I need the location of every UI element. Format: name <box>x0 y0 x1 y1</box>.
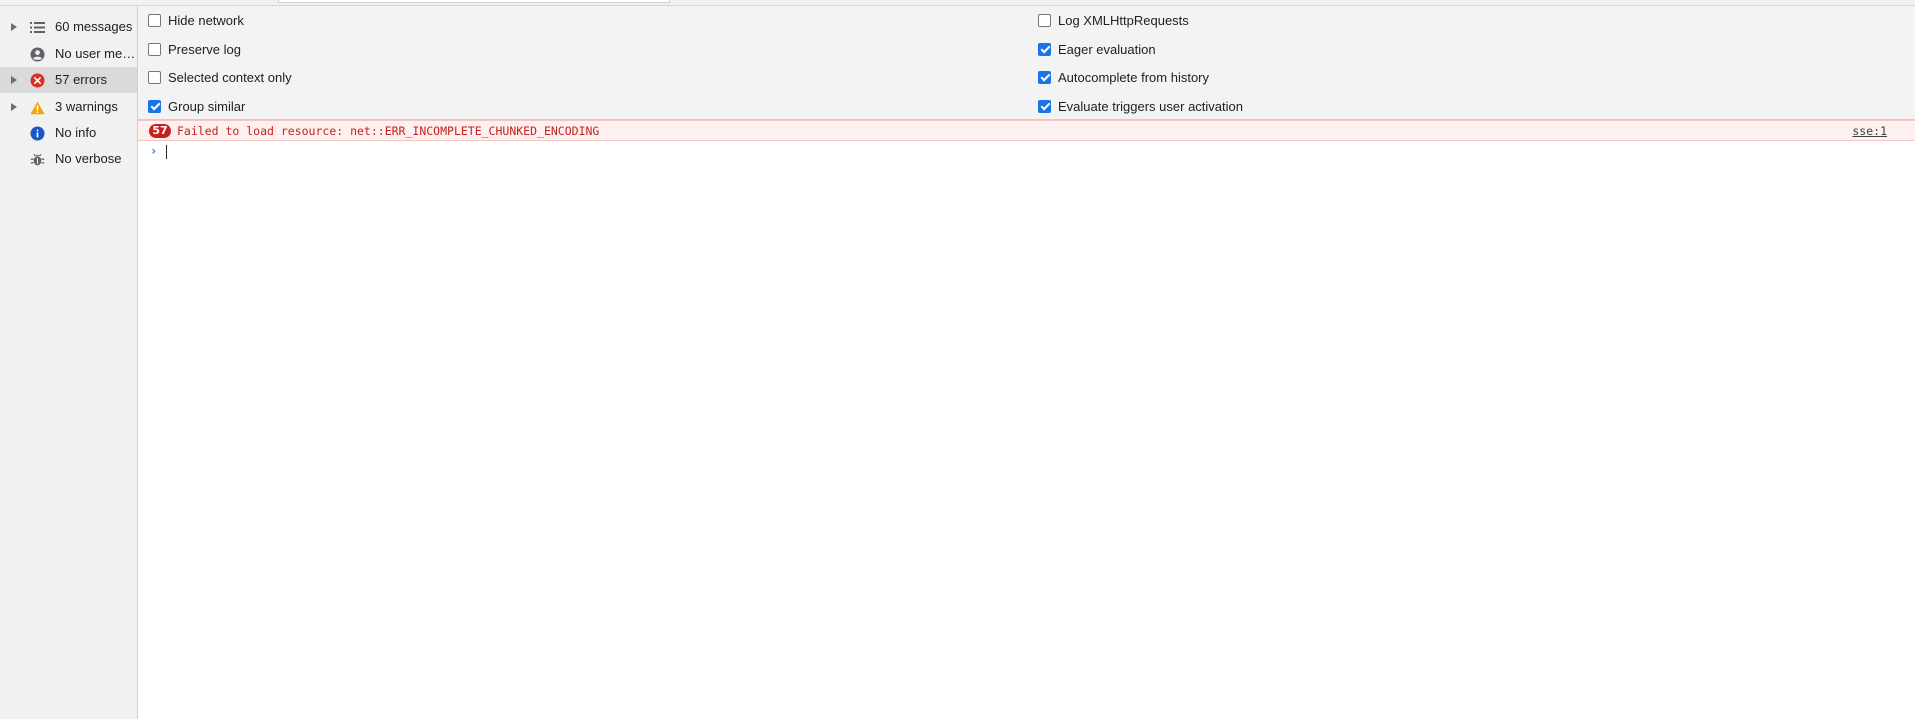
info-icon <box>30 126 45 141</box>
setting-autocomplete-history[interactable]: Autocomplete from history <box>1038 67 1209 87</box>
error-icon <box>30 73 45 88</box>
log-xhr-checkbox[interactable] <box>1038 13 1051 27</box>
console-prompt[interactable]: › <box>138 142 1915 162</box>
expand-arrow-icon[interactable] <box>11 76 17 84</box>
evaluate-triggers-checkbox[interactable] <box>1038 99 1051 113</box>
sidebar-item-user-messages[interactable]: No user me… <box>0 41 137 67</box>
expand-arrow-icon[interactable] <box>11 23 17 31</box>
repeat-count-badge: 57 <box>149 124 171 138</box>
error-message-text: Failed to load resource: net::ERR_INCOMP… <box>177 124 600 138</box>
sidebar-item-warnings[interactable]: 3 warnings <box>0 94 137 120</box>
warning-icon <box>30 100 45 115</box>
sidebar-item-label: No user me… <box>55 46 136 61</box>
setting-evaluate-triggers-activation[interactable]: Evaluate triggers user activation <box>1038 96 1243 116</box>
setting-hide-network[interactable]: Hide network <box>148 10 244 30</box>
setting-selected-context-only[interactable]: Selected context only <box>148 67 292 87</box>
console-input[interactable] <box>164 144 1864 160</box>
setting-eager-evaluation[interactable]: Eager evaluation <box>1038 39 1156 59</box>
sidebar-item-errors[interactable]: 57 errors <box>0 67 137 93</box>
console-settings-pane: Hide network Preserve log Selected conte… <box>138 6 1915 120</box>
sidebar-item-label: 60 messages <box>55 19 133 34</box>
selected-context-checkbox[interactable] <box>148 70 161 84</box>
setting-preserve-log[interactable]: Preserve log <box>148 39 241 59</box>
setting-label: Evaluate triggers user activation <box>1058 98 1243 114</box>
bug-icon <box>30 152 45 167</box>
sidebar-item-label: 3 warnings <box>55 99 118 114</box>
filter-input-edge[interactable] <box>278 0 670 3</box>
list-icon <box>30 20 45 35</box>
console-messages: 57 Failed to load resource: net::ERR_INC… <box>138 120 1915 719</box>
user-icon <box>30 47 45 62</box>
preserve-log-checkbox[interactable] <box>148 42 161 56</box>
sidebar-item-label: 57 errors <box>55 72 108 87</box>
text-caret <box>166 145 167 159</box>
setting-log-xhr[interactable]: Log XMLHttpRequests <box>1038 10 1189 30</box>
setting-label: Selected context only <box>168 69 292 85</box>
sidebar-item-label: No verbose <box>55 151 122 166</box>
setting-label: Group similar <box>168 98 246 114</box>
setting-label: Preserve log <box>168 41 241 57</box>
sidebar-item-verbose[interactable]: No verbose <box>0 146 137 172</box>
sidebar-item-info[interactable]: No info <box>0 120 137 146</box>
group-similar-checkbox[interactable] <box>148 99 161 113</box>
prompt-chevron-icon: › <box>150 144 158 158</box>
hide-network-checkbox[interactable] <box>148 13 161 27</box>
console-error-message[interactable]: 57 Failed to load resource: net::ERR_INC… <box>138 120 1915 141</box>
autocomplete-history-checkbox[interactable] <box>1038 70 1051 84</box>
setting-label: Eager evaluation <box>1058 41 1156 57</box>
setting-label: Log XMLHttpRequests <box>1058 12 1189 28</box>
eager-evaluation-checkbox[interactable] <box>1038 42 1051 56</box>
source-link[interactable]: sse:1 <box>1852 124 1887 138</box>
expand-arrow-icon[interactable] <box>11 103 17 111</box>
sidebar-item-label: No info <box>55 125 97 140</box>
setting-label: Hide network <box>168 12 244 28</box>
setting-label: Autocomplete from history <box>1058 69 1210 85</box>
setting-group-similar[interactable]: Group similar <box>148 96 245 116</box>
sidebar-item-messages[interactable]: 60 messages <box>0 14 137 40</box>
console-sidebar: 60 messages No user me… 57 errors 3 warn… <box>0 6 138 719</box>
